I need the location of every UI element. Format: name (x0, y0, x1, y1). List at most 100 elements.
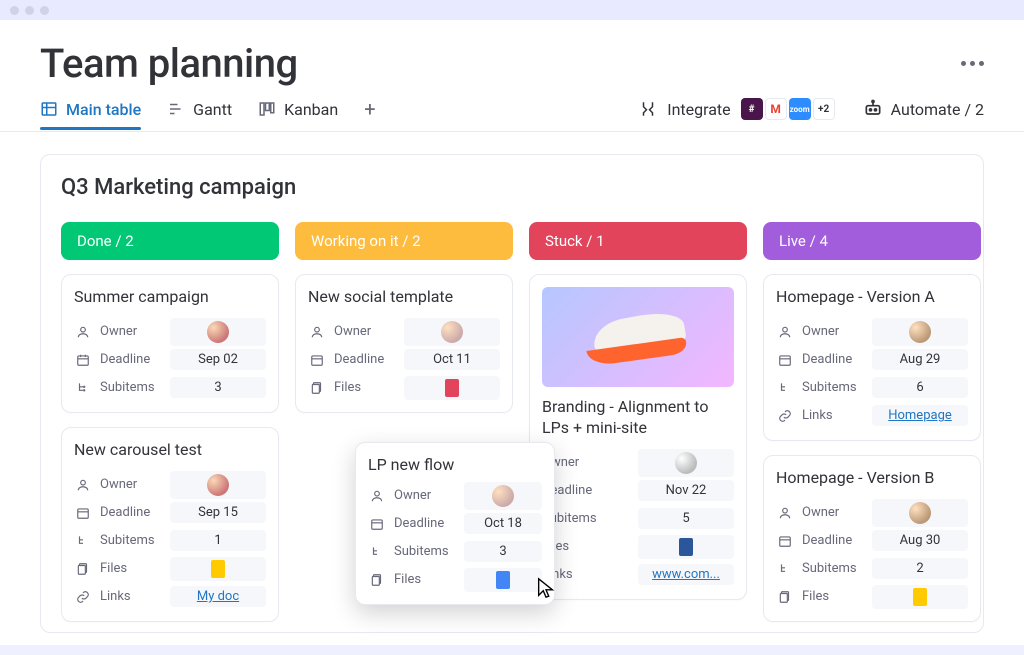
field-label: Subitems (542, 511, 638, 526)
links-value[interactable]: My doc (170, 586, 266, 607)
card-lp-new-flow-dragging[interactable]: LP new flow Owner DeadlineOct 18 Subitem… (355, 442, 555, 605)
column-header-done[interactable]: Done / 2 (61, 222, 279, 260)
slack-icon: # (741, 98, 763, 120)
more-options-button[interactable] (961, 61, 984, 66)
card-branding-alignment[interactable]: Branding - Alignment to LPs + mini-site … (529, 274, 747, 600)
field-label: Links (542, 567, 638, 582)
files-value[interactable] (872, 585, 968, 609)
field-label: Deadline (100, 505, 170, 520)
owner-value[interactable] (638, 449, 734, 477)
file-gdoc-icon (496, 571, 510, 589)
subitems-icon (74, 381, 92, 395)
person-icon (368, 489, 386, 503)
field-label: Links (100, 589, 170, 604)
deadline-value[interactable]: Oct 18 (464, 513, 542, 534)
field-label: Files (100, 561, 170, 576)
subitems-value[interactable]: 2 (872, 558, 968, 579)
view-gantt[interactable]: Gantt (167, 100, 232, 129)
owner-value[interactable] (404, 318, 500, 346)
field-label: Files (334, 380, 404, 395)
field-label: Files (394, 572, 464, 587)
card-homepage-version-b[interactable]: Homepage - Version B Owner DeadlineAug 3… (763, 455, 981, 622)
calendar-icon (776, 353, 794, 367)
avatar (207, 474, 229, 496)
card-new-carousel-test[interactable]: New carousel test Owner DeadlineSep 15 S… (61, 427, 279, 622)
integrations-more-badge: +2 (813, 98, 835, 120)
deadline-value[interactable]: Nov 22 (638, 480, 734, 501)
deadline-value[interactable]: Sep 02 (170, 349, 266, 370)
owner-value[interactable] (464, 482, 542, 510)
avatar (675, 452, 697, 474)
integration-icons: # M zoom +2 (741, 98, 835, 120)
avatar (207, 321, 229, 343)
files-icon (308, 381, 326, 395)
column-header-working[interactable]: Working on it / 2 (295, 222, 513, 260)
field-label: Files (802, 589, 872, 604)
field-label: Links (802, 408, 872, 423)
subitems-value[interactable]: 3 (464, 541, 542, 562)
owner-value[interactable] (170, 318, 266, 346)
view-label: Gantt (193, 100, 232, 119)
subitems-icon (776, 381, 794, 395)
links-value[interactable]: Homepage (872, 405, 968, 426)
person-icon (74, 325, 92, 339)
shoe-image (583, 308, 693, 366)
card-new-social-template[interactable]: New social template Owner DeadlineOct 11… (295, 274, 513, 413)
view-kanban[interactable]: Kanban (258, 100, 338, 129)
add-view-button[interactable]: + (364, 97, 375, 131)
gmail-icon: M (765, 98, 787, 120)
card-title: Branding - Alignment to LPs + mini-site (542, 397, 734, 439)
field-label: Owner (100, 324, 170, 339)
deadline-value[interactable]: Aug 29 (872, 349, 968, 370)
link-icon (74, 590, 92, 604)
owner-value[interactable] (872, 499, 968, 527)
files-icon (368, 573, 386, 587)
card-title: New carousel test (74, 440, 266, 461)
owner-value[interactable] (872, 318, 968, 346)
view-label: Kanban (284, 100, 338, 119)
card-title: LP new flow (368, 455, 542, 476)
files-value[interactable] (464, 568, 542, 592)
links-value[interactable]: www.com... (638, 564, 734, 585)
integrate-button[interactable]: Integrate # M zoom +2 (639, 98, 834, 120)
field-label: Owner (394, 488, 464, 503)
integrate-icon (639, 100, 657, 118)
column-header-stuck[interactable]: Stuck / 1 (529, 222, 747, 260)
view-main-table[interactable]: Main table (40, 100, 141, 129)
deadline-value[interactable]: Oct 11 (404, 349, 500, 370)
field-label: Owner (100, 477, 170, 492)
field-label: Deadline (802, 533, 872, 548)
subitems-icon (74, 534, 92, 548)
files-value[interactable] (170, 557, 266, 581)
card-thumbnail (542, 287, 734, 387)
files-value[interactable] (404, 376, 500, 400)
avatar (909, 502, 931, 524)
owner-value[interactable] (170, 471, 266, 499)
files-value[interactable] (638, 535, 734, 559)
subitems-value[interactable]: 1 (170, 530, 266, 551)
card-title: Summer campaign (74, 287, 266, 308)
subitems-value[interactable]: 3 (170, 377, 266, 398)
subitems-value[interactable]: 5 (638, 508, 734, 529)
deadline-value[interactable]: Sep 15 (170, 502, 266, 523)
card-title: Homepage - Version B (776, 468, 968, 489)
field-label: Deadline (394, 516, 464, 531)
person-icon (776, 506, 794, 520)
automate-button[interactable]: Automate / 2 (863, 99, 984, 119)
field-label: Owner (802, 505, 872, 520)
person-icon (308, 325, 326, 339)
deadline-value[interactable]: Aug 30 (872, 530, 968, 551)
robot-icon (863, 99, 883, 119)
file-docx-icon (679, 538, 693, 556)
field-label: Subitems (394, 544, 464, 559)
file-pdf-icon (445, 379, 459, 397)
subitems-value[interactable]: 6 (872, 377, 968, 398)
files-icon (776, 590, 794, 604)
calendar-icon (368, 517, 386, 531)
card-summer-campaign[interactable]: Summer campaign Owner DeadlineSep 02 Sub… (61, 274, 279, 413)
column-header-live[interactable]: Live / 4 (763, 222, 981, 260)
card-homepage-version-a[interactable]: Homepage - Version A Owner DeadlineAug 2… (763, 274, 981, 441)
calendar-icon (74, 506, 92, 520)
field-label: Subitems (100, 380, 170, 395)
zoom-icon: zoom (789, 98, 811, 120)
